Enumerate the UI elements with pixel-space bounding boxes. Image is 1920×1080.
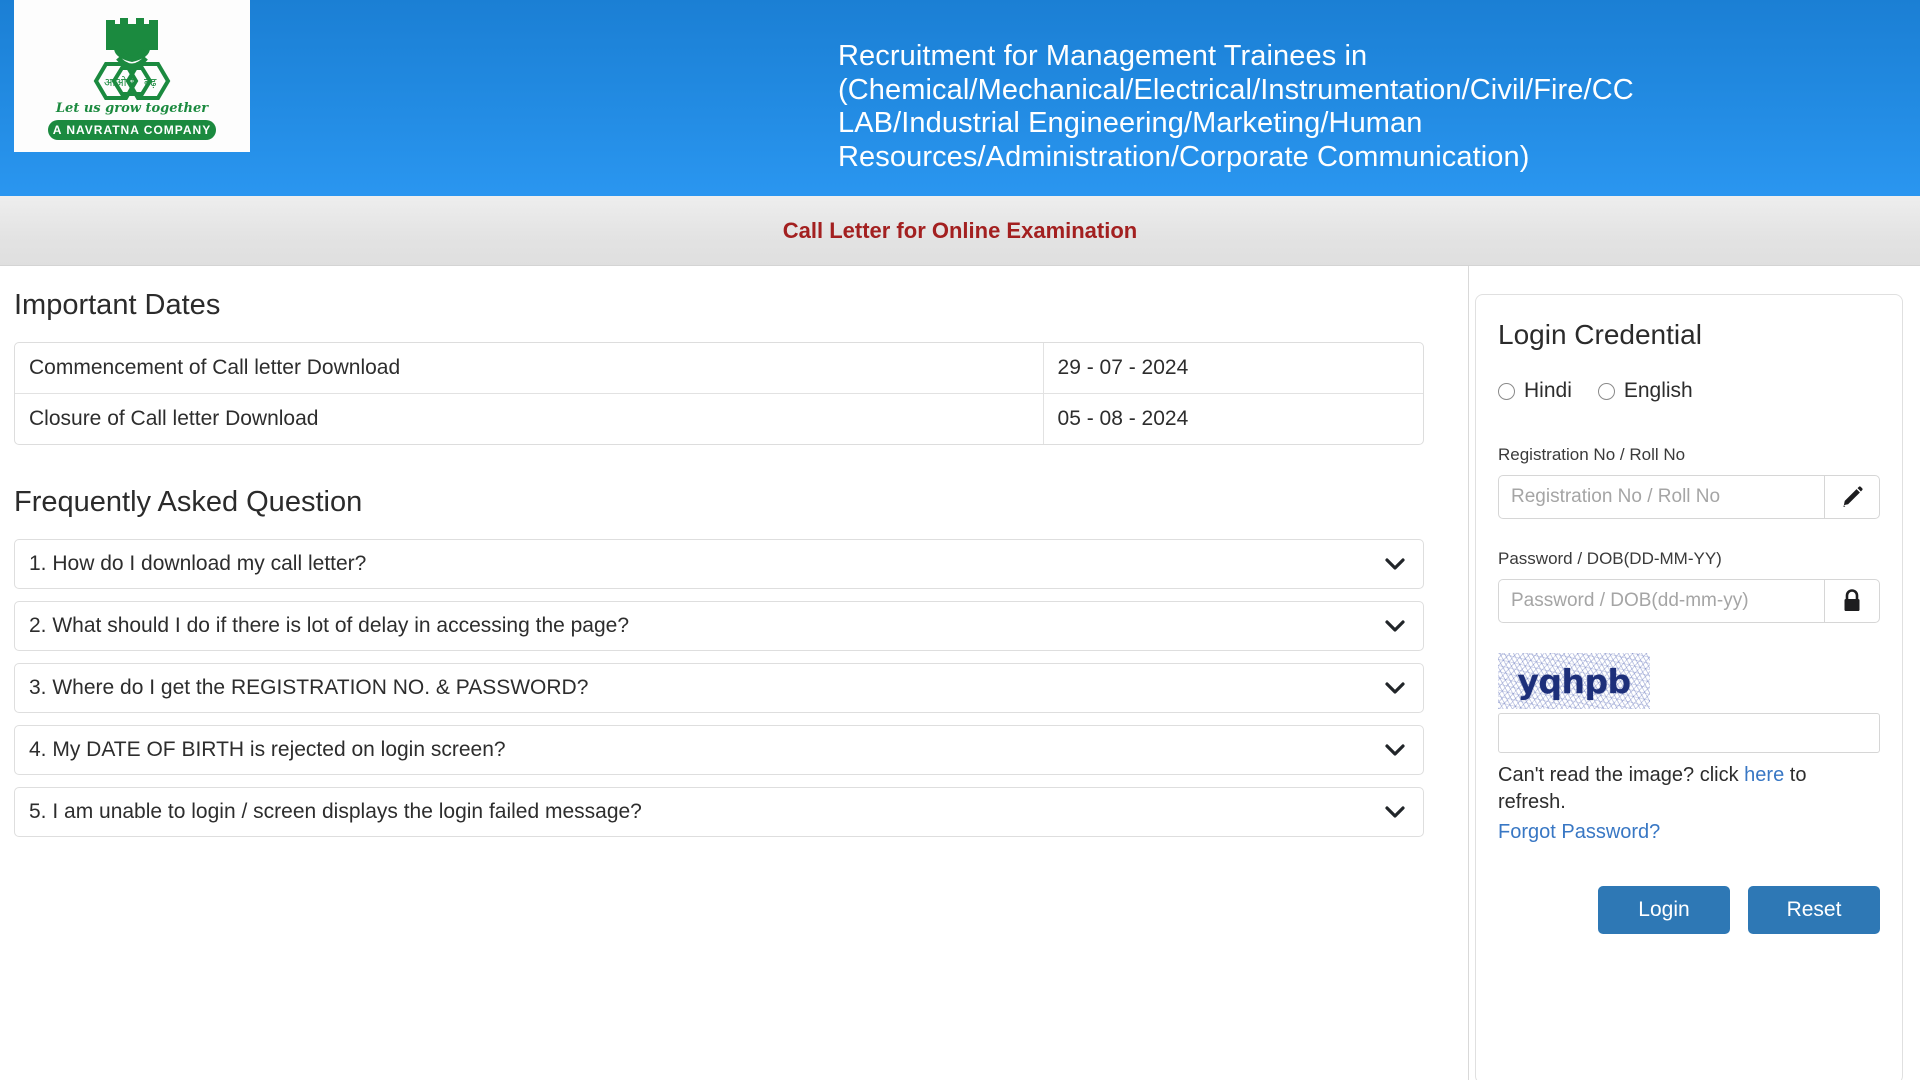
chevron-down-icon[interactable] <box>1385 744 1405 756</box>
login-button[interactable]: Login <box>1598 886 1730 934</box>
captcha-input[interactable] <box>1498 713 1880 753</box>
password-lock-button[interactable] <box>1824 579 1880 623</box>
rcf-logo: आओ मी बढ़ Let us grow together A NAVRATN… <box>14 0 250 152</box>
table-row: Commencement of Call letter Download 29 … <box>15 343 1423 394</box>
password-input[interactable] <box>1498 579 1824 623</box>
login-panel: Login Credential Hindi English Registrat… <box>1475 294 1903 1080</box>
registration-input[interactable] <box>1498 475 1824 519</box>
table-row: Closure of Call letter Download 05 - 08 … <box>15 394 1423 444</box>
language-option-hindi[interactable]: Hindi <box>1498 379 1572 403</box>
faq-item-5[interactable]: 5. I am unable to login / screen display… <box>14 787 1424 837</box>
logo-tagline: Let us grow together <box>55 101 209 116</box>
date-label: Closure of Call letter Download <box>15 394 1044 444</box>
faq-item-4[interactable]: 4. My DATE OF BIRTH is rejected on login… <box>14 725 1424 775</box>
logo-badge-text: A NAVRATNA COMPANY <box>53 123 211 137</box>
language-option-label: English <box>1623 379 1693 402</box>
date-value: 05 - 08 - 2024 <box>1057 407 1189 430</box>
subtitle-bar: Call Letter for Online Examination <box>0 196 1920 266</box>
language-radio-group: Hindi English <box>1498 379 1880 403</box>
faq-list: 1. How do I download my call letter? 2. … <box>14 539 1424 837</box>
registration-field-label: Registration No / Roll No <box>1498 445 1686 464</box>
password-field-label: Password / DOB(DD-MM-YY) <box>1498 549 1722 568</box>
date-value: 29 - 07 - 2024 <box>1043 343 1423 394</box>
chevron-down-icon[interactable] <box>1385 620 1405 632</box>
faq-question-label: 3. Where do I get the REGISTRATION NO. &… <box>29 676 589 699</box>
forgot-password-link[interactable]: Forgot Password? <box>1498 821 1660 843</box>
date-label: Commencement of Call letter Download <box>15 343 1044 394</box>
page-title: Recruitment for Management Trainees in (… <box>838 40 1634 173</box>
registration-edit-button[interactable] <box>1824 475 1880 519</box>
login-button-row: Login Reset <box>1498 886 1880 934</box>
captcha-image: yqhpb <box>1498 653 1650 709</box>
chevron-down-icon[interactable] <box>1385 682 1405 694</box>
faq-item-2[interactable]: 2. What should I do if there is lot of d… <box>14 601 1424 651</box>
faq-question-label: 2. What should I do if there is lot of d… <box>29 614 630 637</box>
registration-input-group <box>1498 475 1880 519</box>
important-dates-table: Commencement of Call letter Download 29 … <box>14 342 1424 445</box>
password-input-group <box>1498 579 1880 623</box>
content-right-column: Login Credential Hindi English Registrat… <box>1468 266 1920 1080</box>
faq-item-1[interactable]: 1. How do I download my call letter? <box>14 539 1424 589</box>
chevron-down-icon[interactable] <box>1385 806 1405 818</box>
lock-icon <box>1844 589 1860 611</box>
reset-button[interactable]: Reset <box>1748 886 1880 934</box>
pencil-icon <box>1843 486 1863 507</box>
important-dates-heading: Important Dates <box>14 289 221 321</box>
logo-hindi-center: मी <box>127 76 137 89</box>
captcha-refresh-text: Can't read the image? click here to refr… <box>1498 762 1858 816</box>
faq-heading: Frequently Asked Question <box>14 486 363 518</box>
language-option-label: Hindi <box>1524 379 1572 402</box>
radio-circle-icon[interactable] <box>1597 382 1615 400</box>
subtitle-text: Call Letter for Online Examination <box>782 217 1138 243</box>
language-option-english[interactable]: English <box>1597 379 1693 403</box>
faq-question-label: 1. How do I download my call letter? <box>29 552 367 575</box>
faq-question-label: 4. My DATE OF BIRTH is rejected on login… <box>29 738 506 761</box>
logo-hindi-left: आओ <box>104 76 127 89</box>
page-header: आओ मी बढ़ Let us grow together A NAVRATN… <box>0 0 1920 196</box>
faq-question-label: 5. I am unable to login / screen display… <box>29 800 642 823</box>
radio-circle-icon[interactable] <box>1498 382 1515 400</box>
captcha-refresh-link[interactable]: here <box>1744 764 1784 786</box>
content-left-column: Important Dates Commencement of Call let… <box>0 266 1468 1080</box>
forgot-password-line: Forgot Password? <box>1498 821 1880 844</box>
rcf-logo-graphic: आओ मी बढ़ Let us grow together A NAVRATN… <box>48 18 216 140</box>
logo-hindi-right: बढ़ <box>144 76 157 89</box>
login-panel-title: Login Credential <box>1498 319 1702 350</box>
chevron-down-icon[interactable] <box>1385 558 1405 570</box>
captcha-refresh-prefix: Can't read the image? click <box>1498 764 1745 786</box>
captcha-text: yqhpb <box>1517 661 1631 701</box>
faq-item-3[interactable]: 3. Where do I get the REGISTRATION NO. &… <box>14 663 1424 713</box>
page-body: Important Dates Commencement of Call let… <box>0 266 1920 1080</box>
